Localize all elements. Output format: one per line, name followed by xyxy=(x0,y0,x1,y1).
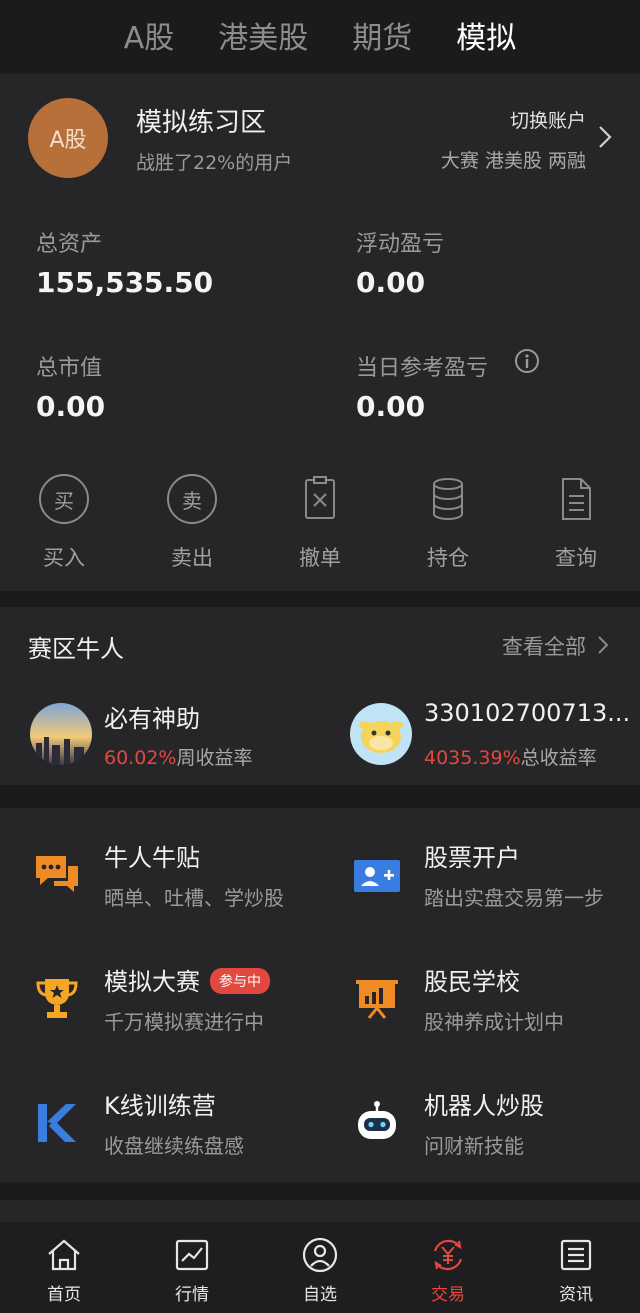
leaders-card: 赛区牛人 查看全部 必有神助 60.02%周收益率 330102700713..… xyxy=(0,607,640,785)
feature-subtitle: 收盘继续练盘感 xyxy=(104,1134,244,1158)
feature-title: 股民学校 xyxy=(424,968,520,996)
bottom-nav: 首页 行情 自选 交易 资讯 xyxy=(0,1222,640,1313)
feature-contest[interactable]: 模拟大赛 参与中 千万模拟赛进行中 xyxy=(32,962,332,1042)
features-card: 牛人牛贴 晒单、吐槽、学炒股 股票开户 踏出实盘交易第一步 模拟大赛 参与中 千万… xyxy=(0,808,640,1182)
nav-news[interactable]: 资讯 xyxy=(512,1222,640,1313)
chat-bubbles-icon xyxy=(36,856,78,892)
yen-cycle-icon xyxy=(433,1239,463,1271)
tab-a-shares[interactable]: A股 xyxy=(120,13,179,57)
sell-label: 卖出 xyxy=(171,546,213,570)
query-button[interactable]: 查询 xyxy=(526,474,626,572)
nav-label: 资讯 xyxy=(559,1285,593,1305)
user-circle-icon xyxy=(302,1237,338,1273)
feature-subtitle: 问财新技能 xyxy=(424,1134,524,1158)
feature-title: 机器人炒股 xyxy=(424,1092,544,1120)
buy-label: 买入 xyxy=(43,546,85,570)
home-icon xyxy=(48,1239,80,1271)
daily-pl-value: 0.00 xyxy=(356,390,426,423)
buy-button[interactable]: 买 买入 xyxy=(14,474,114,572)
document-icon xyxy=(562,478,591,520)
nav-watchlist[interactable]: 自选 xyxy=(256,1222,384,1313)
feature-subtitle: 踏出实盘交易第一步 xyxy=(424,886,604,910)
nav-label: 交易 xyxy=(431,1285,465,1305)
news-list-icon xyxy=(560,1239,592,1271)
leaders-title: 赛区牛人 xyxy=(28,635,124,663)
market-value-label: 总市值 xyxy=(36,356,103,381)
nav-home[interactable]: 首页 xyxy=(0,1222,128,1313)
feature-posts[interactable]: 牛人牛贴 晒单、吐槽、学炒股 xyxy=(32,838,332,918)
trophy-icon xyxy=(36,979,78,1018)
floating-pl-value: 0.00 xyxy=(356,266,426,299)
feature-subtitle: 晒单、吐槽、学炒股 xyxy=(104,886,284,910)
cancel-order-button[interactable]: 撤单 xyxy=(270,474,370,572)
participating-badge: 参与中 xyxy=(210,968,270,994)
feature-title: 牛人牛贴 xyxy=(104,844,200,872)
feature-open-account[interactable]: 股票开户 踏出实盘交易第一步 xyxy=(352,838,640,918)
query-label: 查询 xyxy=(555,546,597,570)
chevron-right-icon[interactable] xyxy=(596,635,610,655)
total-assets-value: 155,535.50 xyxy=(36,266,214,299)
chevron-right-icon[interactable] xyxy=(596,124,614,150)
leader-name: 必有神助 xyxy=(104,705,200,733)
tab-simulation[interactable]: 模拟 xyxy=(452,13,520,57)
nav-label: 首页 xyxy=(47,1285,81,1305)
feature-subtitle: 千万模拟赛进行中 xyxy=(104,1010,264,1034)
market-value-value: 0.00 xyxy=(36,390,106,423)
info-icon[interactable] xyxy=(514,348,540,374)
leader-avatar xyxy=(30,703,92,765)
robot-icon xyxy=(358,1101,396,1139)
cancel-order-label: 撤单 xyxy=(299,546,341,570)
tab-futures[interactable]: 期货 xyxy=(348,13,416,57)
switch-account-options[interactable]: 大赛 港美股 两融 xyxy=(441,146,586,173)
tab-hk-us-stocks[interactable]: 港美股 xyxy=(214,13,312,57)
presentation-board-icon xyxy=(356,980,398,1019)
market-tabs: A股 港美股 期货 模拟 xyxy=(0,0,640,70)
positions-button[interactable]: 持仓 xyxy=(398,474,498,572)
section-divider xyxy=(0,1200,640,1222)
feature-title: 股票开户 xyxy=(424,844,520,872)
feature-subtitle: 股神养成计划中 xyxy=(424,1010,564,1034)
feature-robot[interactable]: 机器人炒股 问财新技能 xyxy=(352,1086,640,1166)
cow-avatar xyxy=(350,703,412,765)
leader-name: 330102700713... xyxy=(424,699,631,727)
nav-label: 行情 xyxy=(175,1285,209,1305)
nav-market[interactable]: 行情 xyxy=(128,1222,256,1313)
k-letter-icon xyxy=(38,1104,76,1142)
add-user-card-icon xyxy=(354,860,400,892)
nav-label: 自选 xyxy=(303,1285,337,1305)
leader-return: 60.02%周收益率 xyxy=(104,747,253,769)
positions-label: 持仓 xyxy=(427,546,469,570)
total-assets-label: 总资产 xyxy=(36,232,103,257)
buy-icon: 买 xyxy=(39,474,89,524)
feature-kline-camp[interactable]: K线训练营 收盘继续练盘感 xyxy=(32,1086,332,1166)
feature-title: K线训练营 xyxy=(104,1092,216,1120)
see-all-link[interactable]: 查看全部 xyxy=(502,631,586,661)
account-card: A股 模拟练习区 战胜了22%的用户 切换账户 大赛 港美股 两融 总资产 15… xyxy=(0,74,640,591)
cancel-order-icon xyxy=(305,476,335,519)
account-avatar: A股 xyxy=(28,98,108,178)
database-stack-icon xyxy=(433,478,463,520)
switch-account-button[interactable]: 切换账户 xyxy=(510,106,586,133)
account-subtitle: 战胜了22%的用户 xyxy=(136,152,293,174)
leader-return: 4035.39%总收益率 xyxy=(424,747,597,769)
feature-school[interactable]: 股民学校 股神养成计划中 xyxy=(352,962,640,1042)
sell-icon: 卖 xyxy=(167,474,217,524)
line-chart-icon xyxy=(175,1239,209,1271)
nav-trade[interactable]: 交易 xyxy=(384,1222,512,1313)
feature-title: 模拟大赛 参与中 xyxy=(104,962,270,997)
floating-pl-label: 浮动盈亏 xyxy=(356,232,445,257)
sell-button[interactable]: 卖 卖出 xyxy=(142,474,242,572)
daily-pl-label: 当日参考盈亏 xyxy=(356,356,489,381)
account-title: 模拟练习区 xyxy=(136,108,267,138)
